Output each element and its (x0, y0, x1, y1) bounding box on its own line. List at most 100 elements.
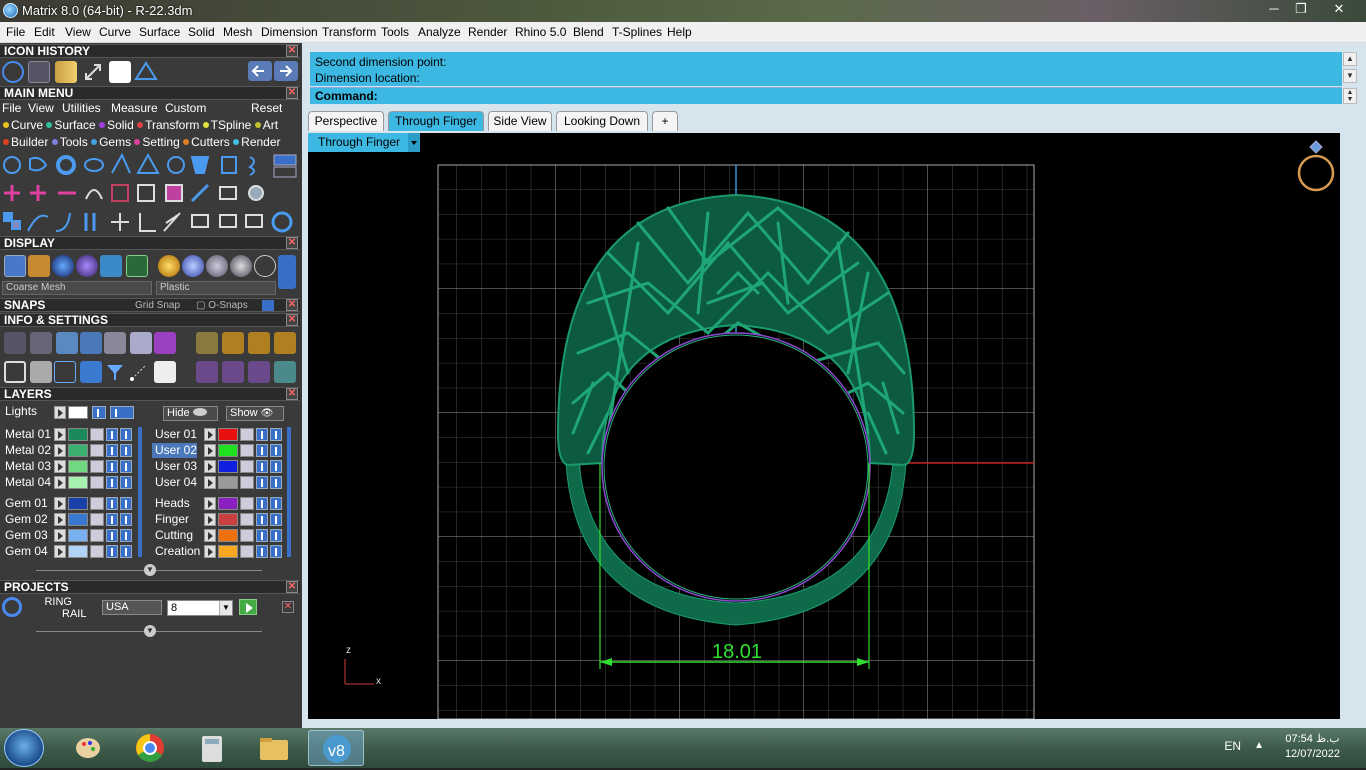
layer-visibility-icon[interactable] (106, 513, 118, 526)
gem-select-3-icon[interactable] (248, 361, 270, 383)
menu-rhino[interactable]: Rhino 5.0 (515, 25, 566, 39)
layer-color-swatch[interactable] (68, 444, 88, 457)
gem-tool-icon[interactable] (55, 61, 77, 83)
grid-snap-toggle[interactable]: Grid Snap (135, 299, 180, 312)
ring-size-select[interactable]: 8 ▼ (167, 600, 233, 616)
close-icon[interactable]: ✕ (286, 45, 298, 57)
wireframe-icon[interactable] (4, 255, 26, 277)
menu-transform[interactable]: Transform (322, 25, 376, 39)
mm-reset[interactable]: Reset (251, 101, 282, 115)
cat-surface[interactable]: Surface (46, 118, 96, 132)
layer-current-icon[interactable] (120, 428, 132, 441)
layer-expand-icon[interactable] (204, 497, 216, 510)
layer-expand-icon[interactable] (54, 529, 66, 542)
layer-lock-icon[interactable] (240, 428, 254, 441)
layer-name[interactable]: Gem 04 (2, 544, 48, 559)
crossed-tools-icon[interactable] (196, 332, 218, 354)
layers-right-scrollbar[interactable] (287, 427, 291, 557)
lights-toggle-2-icon[interactable] (110, 406, 134, 419)
layer-visibility-icon[interactable] (256, 529, 268, 542)
display-header[interactable]: DISPLAY ✕ (0, 236, 300, 250)
layer-name[interactable]: Heads (152, 496, 190, 511)
layer-visibility-icon[interactable] (256, 545, 268, 558)
mm-custom[interactable]: Custom (165, 101, 206, 115)
cat-solid[interactable]: Solid (99, 118, 134, 132)
silver-material-icon[interactable] (182, 255, 204, 277)
cat-builder[interactable]: Builder (3, 135, 48, 149)
display-scroll-icon[interactable] (278, 255, 296, 289)
layer-expand-icon[interactable] (204, 529, 216, 542)
ring-selector-icon[interactable] (1297, 140, 1335, 192)
layer-color-swatch[interactable] (68, 529, 88, 542)
cat-tspline[interactable]: TSpline (202, 118, 251, 132)
clock[interactable]: 07:54 ب.ظ 12/07/2022 (1285, 732, 1340, 762)
hide-button[interactable]: Hide (163, 406, 218, 421)
layer-name[interactable]: User 04 (152, 475, 197, 490)
layer-color-swatch[interactable] (218, 497, 238, 510)
close-icon[interactable]: ✕ (286, 388, 298, 400)
layer-lock-icon[interactable] (90, 444, 104, 457)
lights-toggle-icon[interactable] (92, 406, 106, 419)
points-icon[interactable] (128, 361, 150, 383)
layer-color-swatch[interactable] (68, 460, 88, 473)
menu-solid[interactable]: Solid (188, 25, 215, 39)
mm-utilities[interactable]: Utilities (62, 101, 101, 115)
layer-expand-icon[interactable] (54, 513, 66, 526)
layer-name[interactable]: Metal 03 (2, 459, 51, 474)
layer-tool-icon[interactable] (222, 332, 244, 354)
layer-name[interactable]: Finger (152, 512, 189, 527)
menu-analyze[interactable]: Analyze (418, 25, 461, 39)
layer-current-icon[interactable] (270, 460, 282, 473)
history-scroll-up-icon[interactable]: ▲ (1343, 52, 1357, 66)
layer-expand-icon[interactable] (54, 444, 66, 457)
layer-name[interactable]: Gem 01 (2, 496, 48, 511)
layer-visibility-icon[interactable] (256, 428, 268, 441)
paint-taskbar-icon[interactable] (60, 730, 116, 766)
main-menu-header[interactable]: MAIN MENU ✕ (0, 86, 300, 100)
layer-name[interactable]: Metal 04 (2, 475, 51, 490)
cat-art[interactable]: Art (254, 118, 278, 132)
layer-name[interactable]: Gem 03 (2, 528, 48, 543)
layer-lock-icon[interactable] (240, 529, 254, 542)
layer-visibility-icon[interactable] (106, 529, 118, 542)
tab-through-finger[interactable]: Through Finger (388, 111, 484, 131)
close-icon[interactable]: ✕ (286, 299, 298, 311)
display-mode-icon[interactable] (100, 255, 122, 277)
layer-current-icon[interactable] (120, 513, 132, 526)
menu-tsplines[interactable]: T-Splines (612, 25, 662, 39)
wire-cube-icon[interactable] (54, 361, 76, 383)
language-indicator[interactable]: EN (1224, 739, 1241, 753)
command-scroll-icon[interactable]: ▲ ▼ (1343, 88, 1357, 104)
menu-curve[interactable]: Curve (99, 25, 131, 39)
close-icon[interactable]: ✕ (286, 237, 298, 249)
layer-visibility-icon[interactable] (256, 476, 268, 489)
layer-lock-icon[interactable] (90, 460, 104, 473)
layer-color-swatch[interactable] (68, 428, 88, 441)
layer-lock-icon[interactable] (90, 497, 104, 510)
cat-gems[interactable]: Gems (91, 135, 131, 149)
gem-select-2-icon[interactable] (222, 361, 244, 383)
layer-expand-icon[interactable] (54, 476, 66, 489)
show-hidden-icons[interactable]: ▲ (1254, 740, 1264, 751)
minimize-button[interactable]: ─ (1263, 1, 1285, 17)
layer-name[interactable]: Metal 01 (2, 427, 51, 442)
layer-color-swatch[interactable] (68, 497, 88, 510)
run-project-button[interactable] (239, 599, 257, 615)
platinum-material-icon[interactable] (230, 255, 252, 277)
command-line[interactable]: Command: (310, 87, 1342, 104)
menu-file[interactable]: File (6, 25, 25, 39)
layer-color-swatch[interactable] (68, 545, 88, 558)
snaps-header[interactable]: SNAPS Grid Snap ▢ O-Snaps ✕ (0, 298, 300, 312)
menu-mesh[interactable]: Mesh (223, 25, 252, 39)
info-settings-header[interactable]: INFO & SETTINGS ✕ (0, 313, 300, 327)
layer-expand-icon[interactable] (54, 497, 66, 510)
layers-collapse-icon[interactable]: ▼ (144, 564, 156, 576)
layer-lock-icon[interactable] (90, 545, 104, 558)
show-button[interactable]: Show 👁 (226, 406, 284, 421)
printer-icon[interactable] (56, 332, 78, 354)
gold-material-icon[interactable] (158, 255, 180, 277)
history-back-icon[interactable] (248, 61, 272, 81)
cube-info-icon[interactable] (154, 332, 176, 354)
close-icon[interactable]: ✕ (286, 314, 298, 326)
layer-color-swatch[interactable] (218, 428, 238, 441)
